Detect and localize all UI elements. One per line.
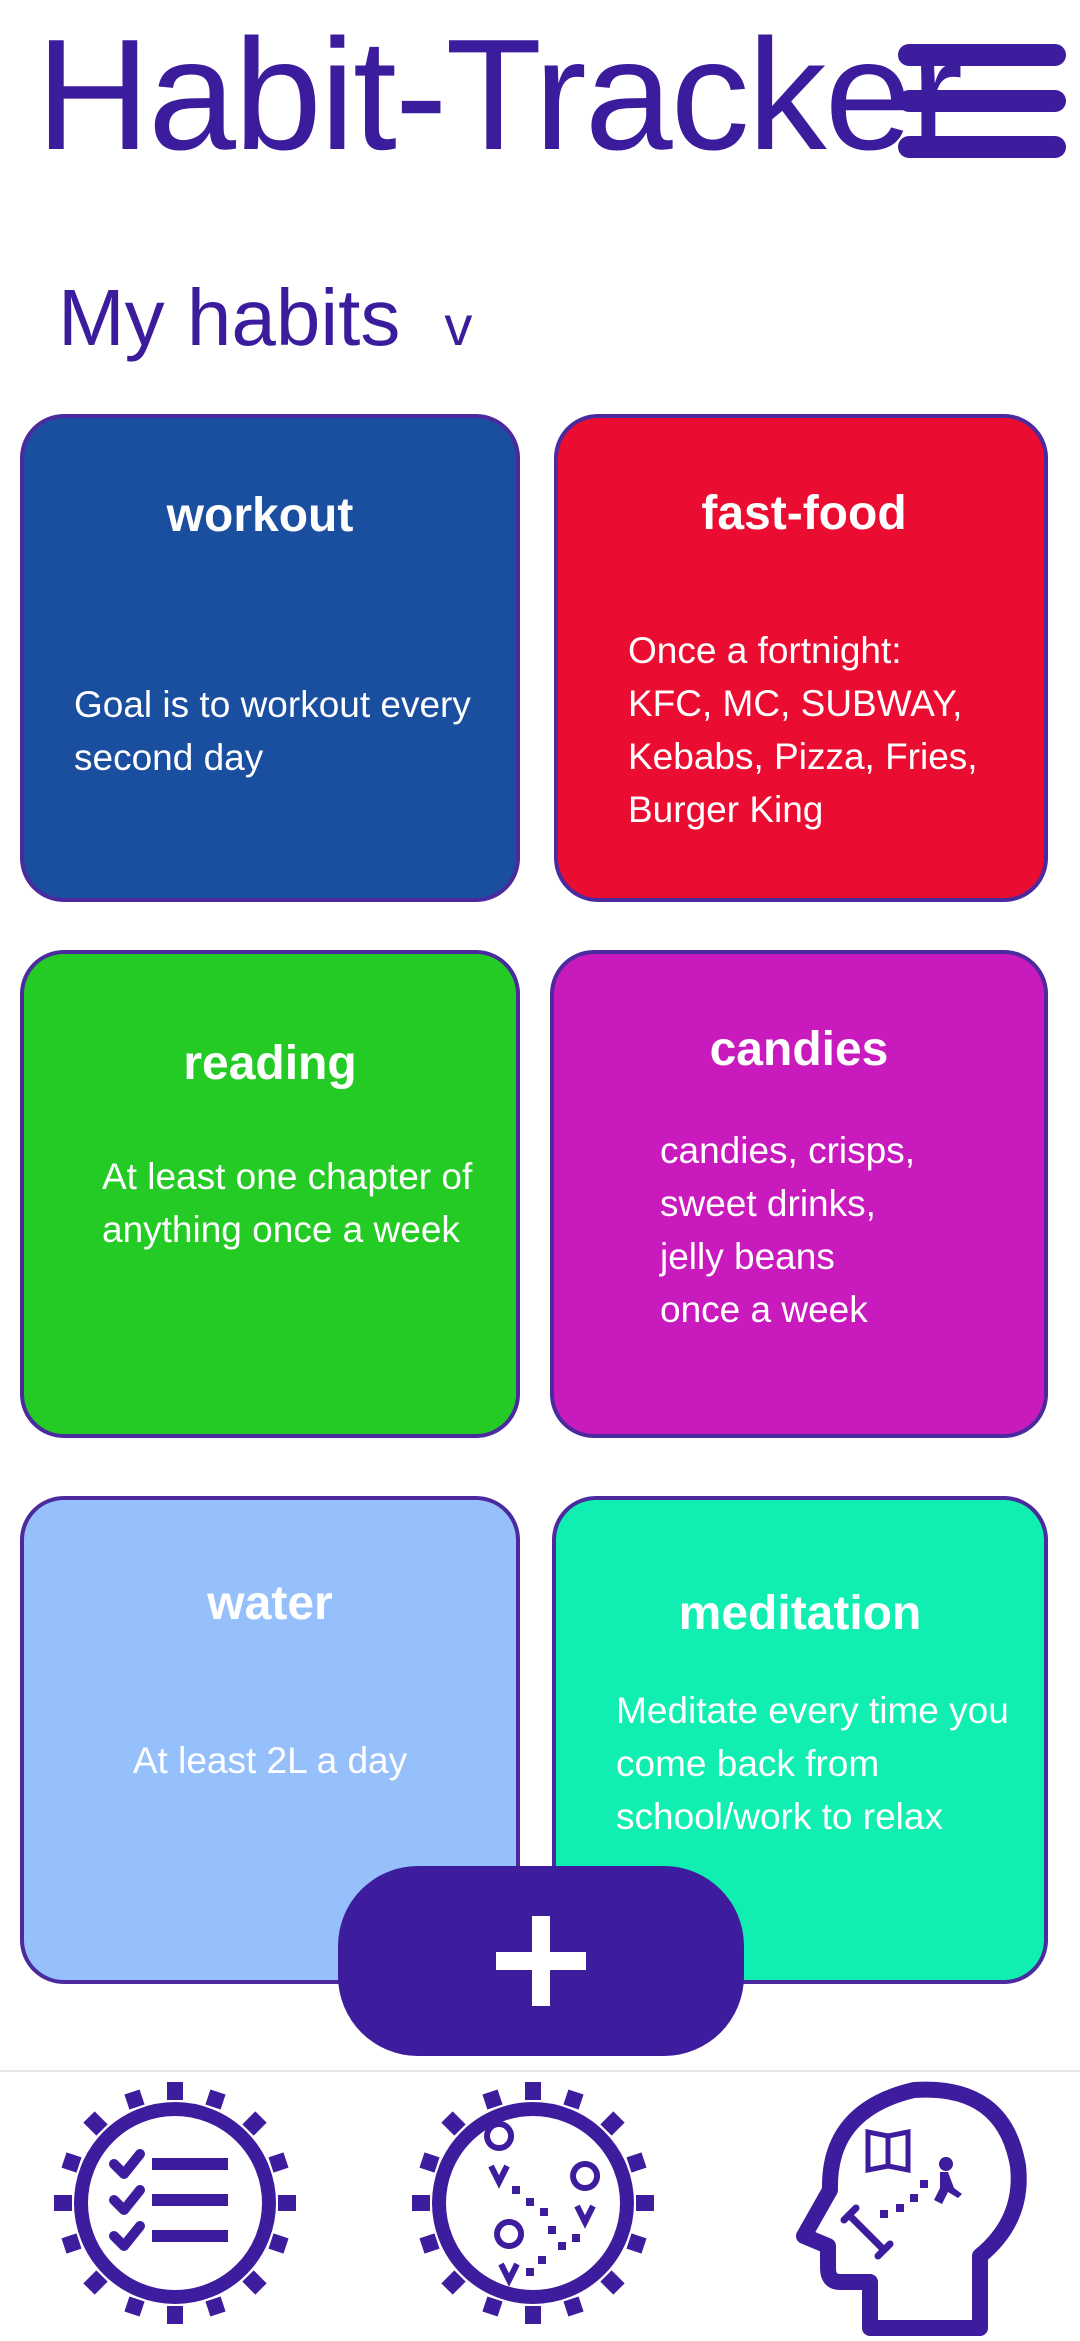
habit-list-icon xyxy=(54,2082,296,2324)
map-progress-icon xyxy=(412,2082,654,2324)
hamburger-line-2 xyxy=(898,90,1066,112)
habit-card-title: candies xyxy=(709,1023,889,1076)
habit-card-title: water xyxy=(207,1577,333,1630)
habit-card-description: At least 2L a day xyxy=(132,1740,408,1781)
add-habit-button[interactable] xyxy=(338,1866,744,2056)
menu-button[interactable] xyxy=(898,40,1068,160)
habit-filter-dropdown[interactable]: My habits v xyxy=(58,272,472,364)
mind-profile-icon xyxy=(796,2081,1027,2336)
habit-card-title: workout xyxy=(166,489,354,542)
hamburger-line-3 xyxy=(898,136,1066,158)
plus-icon xyxy=(496,1916,586,2006)
habit-card-description: candies, crisps, sweet drinks, jelly bea… xyxy=(660,1130,915,1330)
habit-card-fast-food[interactable]: fast-food Once a fortnight: KFC, MC, SUB… xyxy=(554,414,1048,902)
habit-card-candies[interactable]: candies candies, crisps, sweet drinks, j… xyxy=(550,950,1048,1438)
nav-habits-button[interactable] xyxy=(40,2070,310,2336)
habit-card-title: meditation xyxy=(678,1587,922,1640)
habit-card-reading[interactable]: reading At least one chapter of anything… xyxy=(20,950,520,1438)
section-title: My habits xyxy=(58,273,401,362)
bottom-navigation xyxy=(0,2070,1080,2340)
chevron-down-icon: v xyxy=(444,294,473,357)
nav-profile-button[interactable] xyxy=(780,2070,1050,2336)
habit-card-description: Goal is to workout every second day xyxy=(74,684,471,778)
hamburger-menu-icon xyxy=(898,44,1066,66)
habit-card-description: Meditate every time you come back from s… xyxy=(616,1690,1009,1837)
habit-card-description: Once a fortnight: KFC, MC, SUBWAY, Kebab… xyxy=(628,630,978,830)
habit-card-title: reading xyxy=(183,1037,357,1090)
habit-card-workout[interactable]: workout Goal is to workout every second … xyxy=(20,414,520,902)
habit-card-title: fast-food xyxy=(701,487,907,540)
habit-card-description: At least one chapter of anything once a … xyxy=(102,1156,473,1250)
nav-progress-button[interactable] xyxy=(398,2070,668,2336)
app-title: Habit-Tracker xyxy=(36,7,963,183)
